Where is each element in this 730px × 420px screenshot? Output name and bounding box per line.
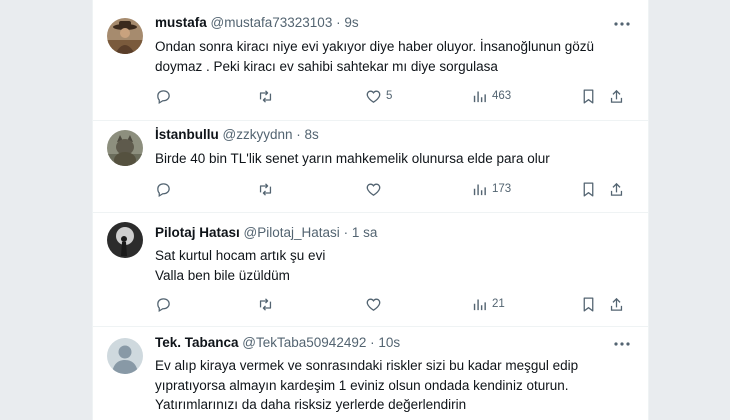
views-icon xyxy=(473,184,486,195)
bookmark-icon xyxy=(583,181,594,197)
views-button[interactable]: 21 xyxy=(471,294,505,314)
separator-dot: · xyxy=(370,335,375,350)
view-count: 21 xyxy=(492,298,505,310)
cat-avatar-image xyxy=(107,130,143,166)
share-icon xyxy=(610,182,623,196)
view-count: 173 xyxy=(492,183,512,195)
bookmark-icon xyxy=(583,296,594,312)
user-handle[interactable]: @mustafa73323103 xyxy=(211,15,333,30)
display-name[interactable]: Pilotaj Hatası xyxy=(155,225,240,240)
views-icon xyxy=(473,299,486,310)
display-name[interactable]: mustafa xyxy=(155,15,207,30)
tweet-text-line: doymaz . Peki kiracı ev sahibi sahtekar … xyxy=(155,58,498,74)
reply-button[interactable] xyxy=(155,86,172,106)
retweet-icon xyxy=(259,89,272,103)
user-handle[interactable]: @Pilotaj_Hatasi xyxy=(244,225,340,240)
tweet-text-line: Ondan sonra kiracı niye evi yakıyor diye… xyxy=(155,39,595,54)
bookmark-button[interactable] xyxy=(580,179,597,199)
like-button[interactable]: 5 xyxy=(365,86,392,106)
tweet-text: Ondan sonra kiracı niye evi yakıyor diye… xyxy=(155,37,624,76)
tweet[interactable]: mustafa @mustafa73323103 · 9s Ondan sonr… xyxy=(93,0,648,121)
like-icon xyxy=(366,90,381,103)
avatar[interactable] xyxy=(107,18,143,54)
user-handle[interactable]: @zzkyydnn xyxy=(223,127,293,142)
timestamp[interactable]: 9s xyxy=(344,15,358,30)
avatar[interactable] xyxy=(107,222,143,258)
tweet-text-line: Ev alıp kiraya vermek ve sonrasındaki ri… xyxy=(155,358,579,373)
like-icon xyxy=(366,298,381,311)
default-avatar-image xyxy=(107,338,143,374)
tweet-text-line: yıpratıyorsa almayın kardeşim 1 eviniz o… xyxy=(155,377,569,393)
retweet-button[interactable] xyxy=(257,294,274,314)
user-handle[interactable]: @TekTaba50942492 xyxy=(242,335,366,350)
separator-dot: · xyxy=(343,225,349,240)
tweet-text-line: Sat kurtul hocam artık şu evi xyxy=(155,248,326,263)
timestamp[interactable]: 1 sa xyxy=(352,225,378,240)
more-icon[interactable] xyxy=(612,335,632,353)
display-name[interactable]: Tek. Tabanca xyxy=(155,335,239,350)
tweet[interactable]: İstanbullu @zzkyydnn · 8s Birde 40 bin T… xyxy=(93,120,648,213)
avatar[interactable] xyxy=(107,130,143,166)
tweet-text-line: Valla ben bile üzüldüm xyxy=(155,267,290,283)
reply-icon xyxy=(157,297,170,312)
tweet-text: Ev alıp kiraya vermek ve sonrasındaki ri… xyxy=(155,356,624,415)
avatar[interactable] xyxy=(107,338,143,374)
share-button[interactable] xyxy=(608,86,625,106)
action-bar: 173 xyxy=(155,179,634,199)
reply-icon xyxy=(157,182,170,197)
views-icon xyxy=(473,91,486,102)
like-icon xyxy=(366,183,381,196)
reply-icon xyxy=(157,89,170,104)
like-count: 5 xyxy=(386,90,393,102)
cowboy-avatar-image xyxy=(107,18,143,54)
timestamp[interactable]: 10s xyxy=(378,335,400,350)
tweet[interactable]: Pilotaj Hatası @Pilotaj_Hatasi · 1 sa Sa… xyxy=(93,212,648,327)
views-button[interactable]: 173 xyxy=(471,179,511,199)
timestamp[interactable]: 8s xyxy=(305,127,319,142)
reply-button[interactable] xyxy=(155,294,172,314)
like-button[interactable] xyxy=(365,294,382,314)
bookmark-button[interactable] xyxy=(580,294,597,314)
more-icon[interactable] xyxy=(612,15,632,33)
tweet-text: Sat kurtul hocam artık şu evi Valla ben … xyxy=(155,246,624,285)
share-button[interactable] xyxy=(608,179,625,199)
retweet-button[interactable] xyxy=(257,86,274,106)
separator-dot: · xyxy=(296,127,301,142)
tweet-text-line: Birde 40 bin TL'lik senet yarın mahkemel… xyxy=(155,151,550,166)
retweet-icon xyxy=(259,297,272,311)
silhouette-avatar-image xyxy=(107,222,143,258)
reply-button[interactable] xyxy=(155,179,172,199)
share-button[interactable] xyxy=(608,294,625,314)
timeline-feed: mustafa @mustafa73323103 · 9s Ondan sonr… xyxy=(92,0,649,420)
retweet-icon xyxy=(259,182,272,196)
tweet-text: Birde 40 bin TL'lik senet yarın mahkemel… xyxy=(155,149,624,169)
action-bar: 21 xyxy=(155,294,634,314)
tweet[interactable]: Tek. Tabanca @TekTaba50942492 · 10s Ev a… xyxy=(93,326,648,420)
like-button[interactable] xyxy=(365,179,382,199)
views-button[interactable]: 463 xyxy=(471,86,511,106)
action-bar: 5 463 xyxy=(155,86,634,106)
display-name[interactable]: İstanbullu xyxy=(155,127,219,142)
tweet-text-line: Yatırımlarınızı da daha risksiz yerlerde… xyxy=(155,397,467,412)
bookmark-icon xyxy=(583,88,594,104)
share-icon xyxy=(610,297,623,311)
retweet-button[interactable] xyxy=(257,179,274,199)
view-count: 463 xyxy=(492,90,512,102)
share-icon xyxy=(610,89,623,103)
bookmark-button[interactable] xyxy=(580,86,597,106)
separator-dot: · xyxy=(336,15,341,30)
